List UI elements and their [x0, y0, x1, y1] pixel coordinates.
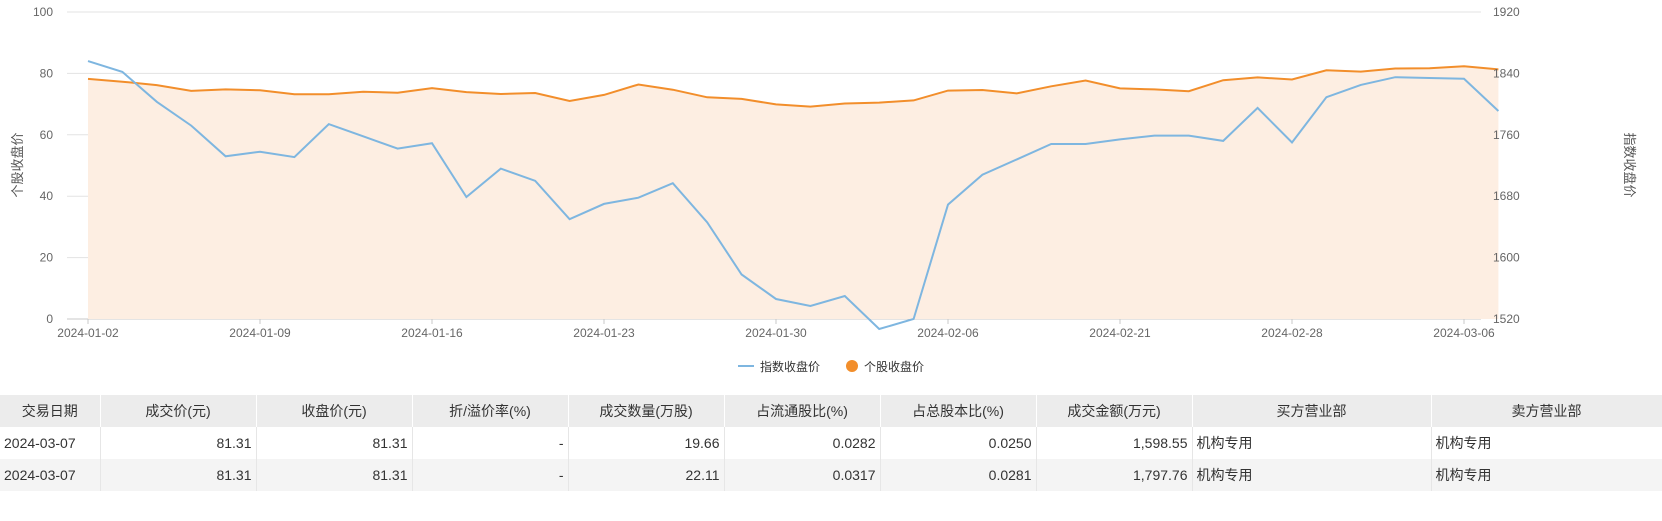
y-right-tick-label: 1920: [1493, 5, 1520, 19]
area-layer: [88, 66, 1499, 319]
y-left-tick-label: 0: [46, 312, 53, 326]
x-tick-label: 2024-01-30: [745, 326, 807, 340]
x-tick-label: 2024-01-23: [573, 326, 635, 340]
y-axis-right-label: 指数收盘价: [1622, 132, 1637, 197]
table-row: 2024-03-07 81.31 81.31 - 19.66 0.0282 0.…: [0, 427, 1662, 459]
cell-volume: 19.66: [568, 427, 725, 459]
cell-premium-rate: -: [412, 427, 569, 459]
cell-seller: 机构专用: [1431, 459, 1662, 491]
cell-deal-price: 81.31: [100, 459, 257, 491]
cell-trade-date: 2024-03-07: [0, 427, 101, 459]
cell-total-ratio: 0.0250: [880, 427, 1037, 459]
cell-seller: 机构专用: [1431, 427, 1662, 459]
header-amount[interactable]: 成交金额(万元): [1036, 395, 1193, 427]
cell-amount: 1,797.76: [1036, 459, 1193, 491]
cell-premium-rate: -: [412, 459, 569, 491]
y-axis-left-label: 个股收盘价: [10, 132, 25, 197]
header-close-price[interactable]: 收盘价(元): [256, 395, 413, 427]
y-left-tick-label: 80: [40, 66, 54, 80]
y-right-tick-label: 1520: [1493, 312, 1520, 326]
legend-label-stock: 个股收盘价: [864, 359, 925, 374]
legend-line-icon: [737, 365, 754, 367]
y-right-tick-label: 1840: [1493, 66, 1520, 80]
y-left-tick-label: 60: [40, 128, 54, 142]
header-buyer[interactable]: 买方营业部: [1192, 395, 1432, 427]
header-trade-date[interactable]: 交易日期: [0, 395, 101, 427]
legend-dot-icon: [846, 360, 858, 372]
cell-close-price: 81.31: [256, 459, 413, 491]
x-tick-label: 2024-02-21: [1089, 326, 1151, 340]
legend-item-stock[interactable]: 个股收盘价: [846, 358, 924, 375]
chart-legend: 指数收盘价 个股收盘价: [0, 356, 1662, 376]
header-deal-price[interactable]: 成交价(元): [100, 395, 257, 427]
block-trade-table: 交易日期 成交价(元) 收盘价(元) 折/溢价率(%) 成交数量(万股) 占流通…: [0, 395, 1662, 491]
header-volume[interactable]: 成交数量(万股): [568, 395, 725, 427]
stock-price-area: [88, 66, 1499, 319]
y-right-tick-label: 1680: [1493, 189, 1520, 203]
cell-close-price: 81.31: [256, 427, 413, 459]
cell-volume: 22.11: [568, 459, 725, 491]
table-row: 2024-03-07 81.31 81.31 - 22.11 0.0317 0.…: [0, 459, 1662, 491]
cell-float-ratio: 0.0317: [724, 459, 881, 491]
x-tick-label: 2024-01-02: [57, 326, 119, 340]
header-seller[interactable]: 卖方营业部: [1431, 395, 1662, 427]
cell-trade-date: 2024-03-07: [0, 459, 101, 491]
cell-buyer: 机构专用: [1192, 427, 1432, 459]
x-tick-label: 2024-01-09: [229, 326, 291, 340]
cell-float-ratio: 0.0282: [724, 427, 881, 459]
y-left-tick-label: 100: [33, 5, 53, 19]
table-header-row: 交易日期 成交价(元) 收盘价(元) 折/溢价率(%) 成交数量(万股) 占流通…: [0, 395, 1662, 427]
y-left-tick-label: 40: [40, 189, 54, 203]
cell-total-ratio: 0.0281: [880, 459, 1037, 491]
cell-amount: 1,598.55: [1036, 427, 1193, 459]
y-right-tick-label: 1600: [1493, 251, 1520, 265]
legend-label-index: 指数收盘价: [759, 359, 820, 374]
x-tick-label: 2024-02-28: [1261, 326, 1323, 340]
y-left-tick-label: 20: [40, 251, 54, 265]
cell-deal-price: 81.31: [100, 427, 257, 459]
header-float-ratio[interactable]: 占流通股比(%): [724, 395, 881, 427]
x-tick-label: 2024-02-06: [917, 326, 979, 340]
header-premium-rate[interactable]: 折/溢价率(%): [412, 395, 569, 427]
y-right-tick-label: 1760: [1493, 128, 1520, 142]
x-tick-label: 2024-03-06: [1433, 326, 1495, 340]
cell-buyer: 机构专用: [1192, 459, 1432, 491]
x-tick-label: 2024-01-16: [401, 326, 463, 340]
header-total-ratio[interactable]: 占总股本比(%): [880, 395, 1037, 427]
chart-svg: 0 20 40 60 80 100 1520 1600 1680 1760 1840 1920 2024…: [10, 5, 1637, 340]
price-chart: 0 20 40 60 80 100 1520 1600 1680 1760 1840 1920 2024…: [0, 0, 1662, 395]
legend-item-index[interactable]: 指数收盘价: [737, 358, 820, 375]
